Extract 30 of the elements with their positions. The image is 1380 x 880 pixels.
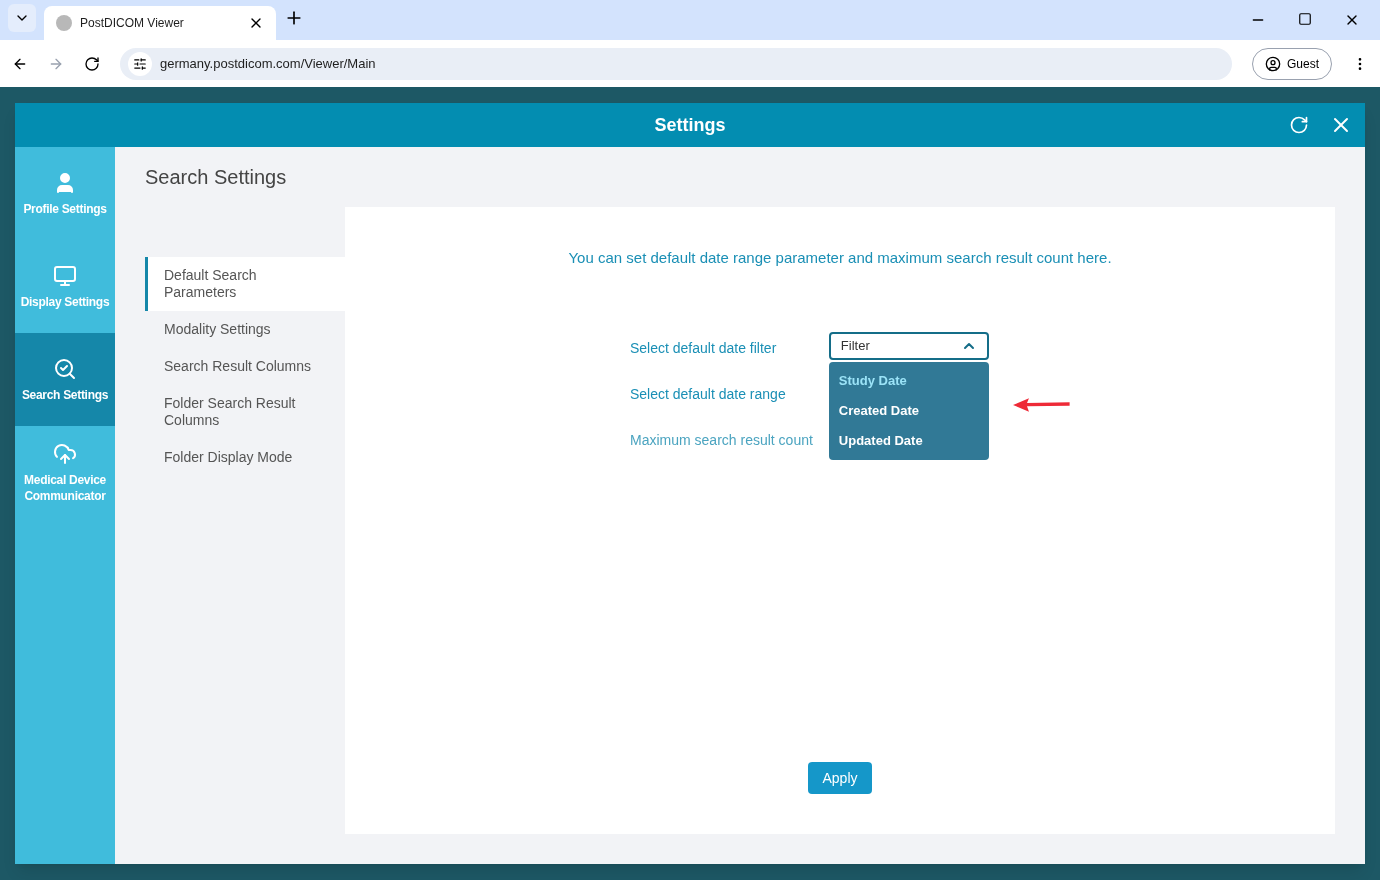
reset-icon[interactable] [1289,115,1309,135]
url-text: germany.postdicom.com/Viewer/Main [160,54,376,73]
submenu-item[interactable]: Folder Display Mode [145,439,345,476]
tab-list-button[interactable] [8,4,36,32]
globe-icon [56,15,72,31]
field-label: Maximum search result count [630,430,813,450]
search-icon [53,356,77,381]
dropdown-option[interactable]: Created Date [828,395,989,426]
submenu-item[interactable]: Default Search Parameters [145,257,345,311]
submenu-item[interactable]: Search Result Columns [145,348,345,385]
monitor-icon [53,263,77,288]
user-icon [1265,55,1281,72]
cloud-upload-icon [53,441,77,466]
dialog-title: Settings [654,114,726,137]
dropdown-option[interactable]: Updated Date [828,425,989,456]
sidebar-item[interactable]: Search Settings [15,333,115,426]
section-title: Search Settings [145,165,288,190]
address-bar[interactable]: germany.postdicom.com/Viewer/Main [120,47,1232,80]
date-filter-dropdown[interactable]: Filter [828,331,989,360]
site-info-button[interactable] [128,51,152,76]
tab-title: PostDICOM Viewer [80,15,185,31]
submenu-item[interactable]: Folder Search Result Columns [145,385,345,439]
submenu-item[interactable]: Modality Settings [145,311,345,348]
maximize-icon[interactable] [1298,12,1312,26]
intro-text: You can set default date range parameter and maximum search result count here. [568,248,1112,268]
field-label: Select default date filter [630,338,778,358]
browser-tab[interactable]: PostDICOM Viewer [44,6,276,40]
reload-icon[interactable] [84,55,100,72]
field-label: Select default date range [630,384,787,404]
sliders-icon [133,56,147,71]
